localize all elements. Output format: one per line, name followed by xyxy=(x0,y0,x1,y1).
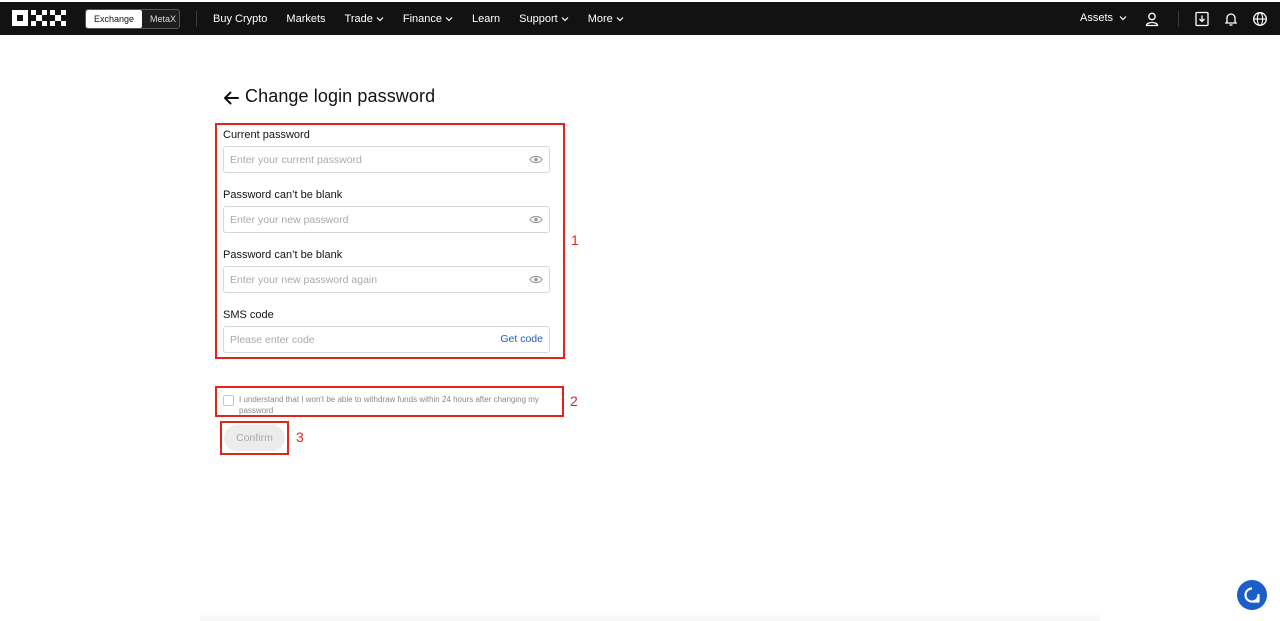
nav-link-label: Trade xyxy=(344,12,373,25)
nav-finance[interactable]: Finance xyxy=(403,13,453,25)
back-arrow-icon[interactable] xyxy=(222,90,240,106)
assets-menu[interactable]: Assets xyxy=(1080,12,1127,24)
download-icon[interactable] xyxy=(1194,11,1210,27)
nav-link-label: More xyxy=(587,12,613,25)
nav-divider xyxy=(1178,11,1179,27)
nav-support[interactable]: Support xyxy=(519,13,569,25)
tab-exchange[interactable]: Exchange xyxy=(86,10,143,28)
nav-link-label: Learn xyxy=(472,12,501,25)
user-icon[interactable] xyxy=(1144,11,1160,27)
nav-link-label: Markets xyxy=(286,12,326,25)
nav-markets[interactable]: Markets xyxy=(286,13,325,25)
bell-icon[interactable] xyxy=(1223,11,1239,27)
nav-buy-crypto[interactable]: Buy Crypto xyxy=(213,13,267,25)
nav-learn[interactable]: Learn xyxy=(472,13,500,25)
chevron-down-icon xyxy=(1119,16,1127,21)
nav-link-label: Finance xyxy=(402,12,443,25)
tab-metax[interactable]: MetaX xyxy=(142,10,179,28)
annotation-box-3 xyxy=(220,421,289,455)
nav-divider xyxy=(196,11,197,27)
okx-logo[interactable] xyxy=(12,10,67,26)
page-title: Change login password xyxy=(245,86,436,106)
chevron-down-icon xyxy=(616,16,624,21)
annotation-label-2: 2 xyxy=(570,393,578,409)
exchange-metax-switcher: Exchange MetaX xyxy=(85,9,180,29)
nav-trade[interactable]: Trade xyxy=(345,13,384,25)
annotation-label-3: 3 xyxy=(296,429,304,445)
nav-links: Buy Crypto Markets Trade Finance Learn S… xyxy=(213,2,643,35)
annotation-label-1: 1 xyxy=(571,232,579,248)
chat-support-button[interactable] xyxy=(1237,580,1267,610)
nav-more[interactable]: More xyxy=(588,13,624,25)
annotation-box-2 xyxy=(215,386,564,417)
assets-label: Assets xyxy=(1080,12,1114,24)
chat-bubble-icon xyxy=(1244,587,1260,603)
nav-link-label: Buy Crypto xyxy=(213,12,268,25)
chevron-down-icon xyxy=(561,16,569,21)
footer-shadow xyxy=(200,612,1100,621)
annotation-box-1 xyxy=(215,123,565,359)
globe-icon[interactable] xyxy=(1252,11,1268,27)
chevron-down-icon xyxy=(445,16,453,21)
chevron-down-icon xyxy=(376,16,384,21)
top-nav: Exchange MetaX Buy Crypto Markets Trade … xyxy=(0,2,1280,35)
nav-link-label: Support xyxy=(519,12,558,25)
